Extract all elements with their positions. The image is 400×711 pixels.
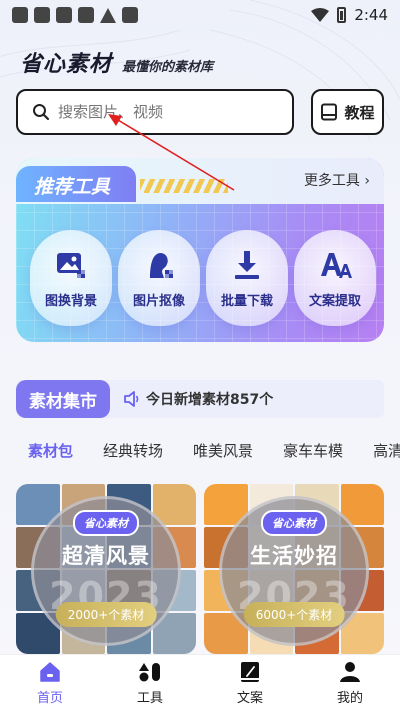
nav-tools[interactable]: 工具 [115,661,185,706]
text-extract-icon [321,252,352,278]
pack-brand-badge: 省心素材 [261,510,327,536]
pack-title: 生活妙招 [250,544,338,568]
tool-image-replace-background[interactable]: 图换背景 [30,230,112,326]
download-icon [235,250,259,279]
notification-icons [12,7,138,23]
pack-brand-badge: 省心素材 [73,510,139,536]
tools-title: 推荐工具 [16,166,136,202]
tutorial-button[interactable]: 教程 [311,89,384,135]
tools-icon [139,662,160,681]
status-bar: 2:44 [0,0,400,30]
app-notification-icon [34,7,50,23]
market-news[interactable]: 今日新增素材857个 [124,389,273,409]
pack-card[interactable]: 省心素材 生活妙招 2023 6000+个素材 [204,484,384,654]
nav-copywriting[interactable]: 文案 [215,661,285,706]
tab-classic-transition[interactable]: 经典转场 [103,440,163,461]
nav-label: 首页 [36,690,63,706]
tab-scenery[interactable]: 唯美风景 [193,440,253,461]
tool-label: 图片抠像 [132,293,185,309]
home-screen: 2:44 省心素材 最懂你的素材库 教程 推荐工具 更多工具 › [0,0,400,711]
pack-title: 超清风景 [62,544,150,568]
app-notification-icon [56,7,72,23]
brand-header: 省心素材 最懂你的素材库 [20,46,213,78]
warning-icon [100,7,116,23]
nav-home[interactable]: 首页 [15,661,85,706]
home-icon [40,661,60,682]
image-replace-icon [57,252,85,278]
pack-card[interactable]: 省心素材 超清风景 2023 2000+个素材 [16,484,196,654]
wifi-icon [311,8,330,22]
battery-icon [337,7,347,23]
tool-image-cutout[interactable]: 图片抠像 [118,230,200,326]
tab-hd-wallpaper[interactable]: 高清壁 [373,440,400,461]
search-icon [33,104,50,121]
material-market-tag[interactable]: 素材集市 [16,380,110,418]
tool-label: 图换背景 [44,293,97,309]
tool-text-extract[interactable]: 文案提取 [294,230,376,326]
nav-label: 工具 [136,690,163,706]
search-input[interactable] [58,103,258,121]
app-notification-icon [122,7,138,23]
decorative-stripes [140,179,228,193]
notebook-icon [241,661,259,682]
app-notification-icon [78,7,94,23]
status-time: 2:44 [354,6,388,24]
tool-label: 文案提取 [308,293,361,309]
tool-label: 批量下载 [220,293,273,309]
tab-luxury-cars[interactable]: 豪车车模 [283,440,343,461]
nav-profile[interactable]: 我的 [315,661,385,706]
portrait-cutout-icon [150,252,173,278]
tutorial-label: 教程 [344,103,375,122]
material-market-bar: 素材集市 今日新增素材857个 [16,380,384,418]
book-icon [321,103,338,121]
app-notification-icon [12,7,28,23]
pack-count-badge: 2000+个素材 [55,602,157,627]
user-icon [340,661,360,682]
pack-count-badge: 6000+个素材 [243,602,345,627]
tool-batch-download[interactable]: 批量下载 [206,230,288,326]
tab-material-pack[interactable]: 素材包 [28,440,73,461]
tool-list: 图换背景 图片抠像 批量下载 文案提取 [30,230,376,326]
category-tabs: 素材包 经典转场 唯美风景 豪车车模 高清壁 [28,440,400,461]
search-box[interactable] [16,89,294,135]
speaker-icon [124,391,139,407]
market-title: 素材集市 [29,391,97,412]
brand-title: 省心素材 [20,46,113,78]
bottom-navigation: 首页 工具 文案 我的 [0,654,400,711]
nav-label: 我的 [336,690,363,706]
recommended-tools-card: 推荐工具 更多工具 › 图换背景 图片抠像 批量下载 文案提取 [16,158,384,342]
more-tools-link[interactable]: 更多工具 › [304,170,370,190]
nav-label: 文案 [236,690,263,706]
brand-slogan: 最懂你的素材库 [122,60,214,75]
market-news-text: 今日新增素材857个 [146,392,274,408]
